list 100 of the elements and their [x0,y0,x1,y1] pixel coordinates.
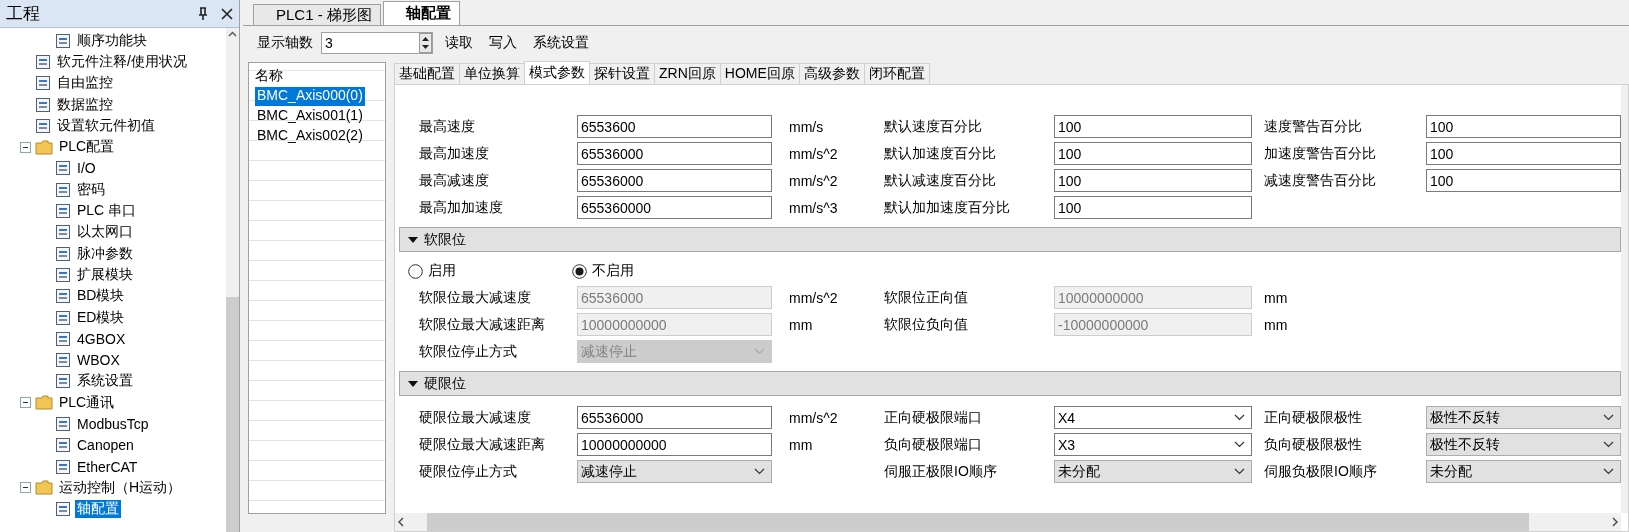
toolbar-button[interactable]: 读取 [441,34,477,52]
tree-item[interactable]: 轴配置 [75,500,121,519]
input-field[interactable]: 100 [1054,142,1252,165]
tree-item[interactable]: 自由监控 [55,74,115,93]
collapse-triangle-icon[interactable] [408,378,418,389]
caret-icon [754,348,765,355]
radio-button[interactable] [572,263,587,279]
settings-tab[interactable]: 高级参数 [798,63,865,84]
field-label: 负向硬极限端口 [884,435,982,454]
field-label: 硬限位最大减速距离 [419,435,545,454]
document-icon [55,160,71,177]
radio-label: 启用 [428,262,456,280]
settings-tab[interactable]: 基础配置 [394,63,460,84]
tree-item[interactable]: WBOX [75,352,122,369]
tree-item[interactable]: 4GBOX [75,330,128,347]
document-icon [55,203,71,219]
folder-icon [35,395,53,411]
tree-item[interactable]: PLC配置 [57,138,117,157]
axis-item[interactable]: BMC_Axis000(0) [255,87,365,106]
section-title: 软限位 [424,230,466,249]
input-field[interactable]: 100 [1426,115,1621,138]
unit-label: mm [789,316,813,333]
settings-tab[interactable]: 闭环配置 [863,63,930,84]
document-icon [35,96,51,113]
document-icon [35,117,51,134]
tree-item[interactable]: 密码 [75,180,107,199]
dropdown[interactable]: 极性不反转 [1426,433,1621,456]
folder-icon [35,139,53,155]
input-field[interactable]: 100 [1426,142,1621,165]
spin-arrows-icon[interactable] [419,33,432,53]
axis-count-spinner[interactable]: 3 [321,32,433,54]
tree-item[interactable]: 脉冲参数 [75,244,135,263]
document-icon [55,330,71,347]
dropdown[interactable]: X4 [1054,406,1252,429]
input-field[interactable]: 100 [1054,115,1252,138]
unit-label: mm/s [789,118,824,135]
tree-item[interactable]: Canopen [75,437,136,454]
input-field[interactable]: 100 [1426,169,1621,192]
collapse-toggle-icon[interactable] [20,141,31,153]
toolbar-button[interactable]: 写入 [485,34,521,52]
tree-item[interactable]: EtherCAT [75,458,140,475]
section-title: 硬限位 [424,374,466,393]
input-field[interactable]: 655360000 [577,196,772,219]
document-icon [55,224,71,241]
dropdown[interactable]: 减速停止 [577,460,772,483]
pin-icon[interactable] [197,6,209,21]
field-label: 最高加加速度 [419,198,503,217]
tree-item[interactable]: PLC通讯 [57,393,117,412]
collapse-toggle-icon[interactable] [20,482,31,494]
input-field[interactable]: 10000000000 [577,433,772,456]
toolbar-button[interactable]: 系统设置 [529,34,593,52]
tree-item[interactable]: ModbusTcp [75,416,151,432]
dropdown[interactable]: 未分配 [1426,460,1621,483]
field-label: 软限位最大减速度 [419,288,531,307]
input-field[interactable]: 65536000 [577,169,772,192]
panel-title: 工程 [6,3,41,25]
axis-item[interactable]: BMC_Axis002(2) [255,127,365,146]
input-field[interactable]: 100 [1054,169,1252,192]
input-field[interactable]: 6553600 [577,115,772,138]
tree-item[interactable]: ED模块 [75,308,127,327]
tree-item[interactable]: PLC 串口 [75,202,139,220]
dropdown[interactable]: 极性不反转 [1426,406,1621,429]
input-field[interactable]: 100 [1054,196,1252,219]
axis-item[interactable]: BMC_Axis001(1) [255,107,365,126]
dropdown[interactable]: 未分配 [1054,460,1252,483]
settings-tab[interactable]: 模式参数 [524,61,590,84]
field-label: 最高减速度 [419,171,489,190]
input-field[interactable]: 65536000 [577,406,772,429]
tree-item[interactable]: 软元件注释/使用状况 [55,52,189,71]
collapse-toggle-icon[interactable] [20,397,31,409]
radio-button[interactable] [408,263,423,279]
field-label: 减速度警告百分比 [1264,171,1376,190]
document-tab[interactable]: PLC1 - 梯形图 [253,4,381,25]
caret-icon [1234,441,1245,448]
document-icon [55,458,71,475]
field-label: 默认加加速度百分比 [884,198,1010,217]
close-icon[interactable] [221,7,233,20]
input-field[interactable]: 65536000 [577,142,772,165]
field-label: 软限位负向值 [884,315,968,334]
tree-item[interactable]: 以太网口 [75,223,135,242]
horizontal-scrollbar[interactable] [395,513,1621,531]
section-header[interactable]: 软限位 [399,227,1621,252]
caret-icon [1603,414,1614,421]
tree-item[interactable]: 系统设置 [75,372,135,391]
tree-item[interactable]: BD模块 [75,287,127,306]
tree-item[interactable]: 运动控制（H运动） [57,478,184,497]
section-header[interactable]: 硬限位 [399,371,1621,396]
document-tab[interactable]: 轴配置 [382,1,460,25]
tree-item[interactable]: 顺序功能块 [75,31,149,50]
tree-item[interactable]: I/O [75,160,98,177]
collapse-triangle-icon[interactable] [408,234,418,245]
column-header: 名称 [255,67,284,85]
tree-item[interactable]: 设置软元件初值 [55,116,157,135]
field-label: 软限位停止方式 [419,342,517,361]
document-icon [55,245,71,262]
field-label: 默认加速度百分比 [884,144,996,163]
tree-item[interactable]: 数据监控 [55,95,115,114]
tree-item[interactable]: 扩展模块 [75,265,135,284]
field-label: 速度警告百分比 [1264,117,1362,136]
dropdown[interactable]: X3 [1054,433,1252,456]
